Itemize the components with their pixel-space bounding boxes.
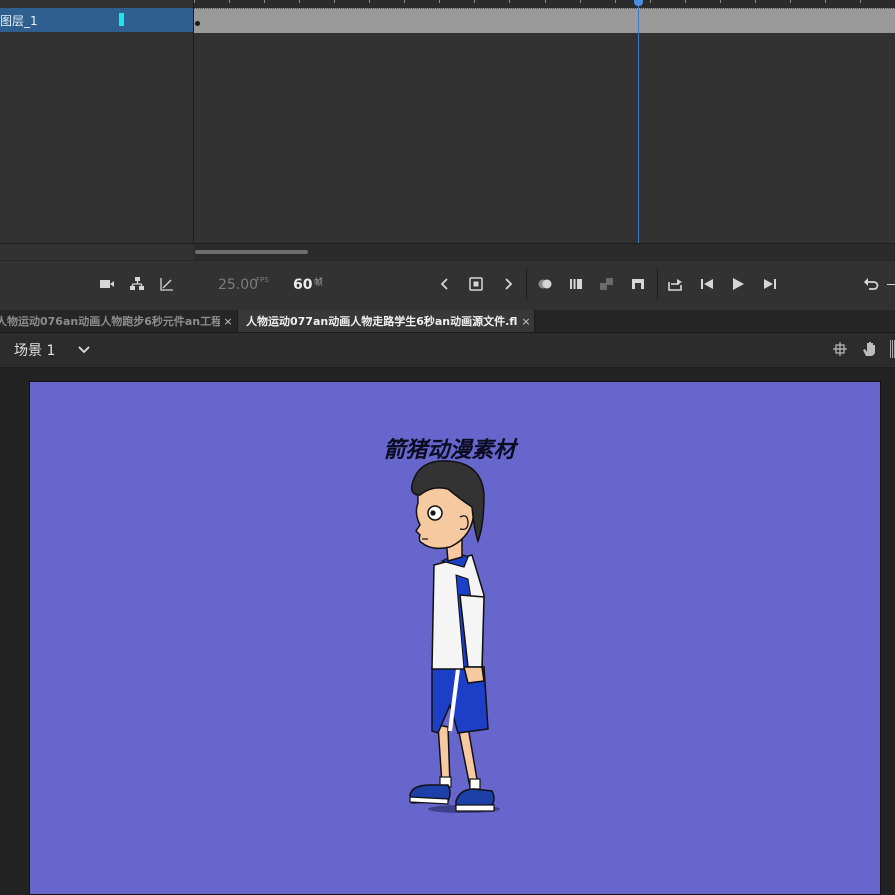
layer-frames[interactable] [194,8,895,33]
next-keyframe-icon[interactable] [499,275,517,293]
ruler-tick [404,0,405,3]
layer-row[interactable]: 图层_1 [0,8,193,32]
ruler-tick [685,0,686,3]
clip-content-icon[interactable] [890,340,895,358]
step-back-icon[interactable] [698,275,716,293]
frame-unit: 帧 [314,278,324,288]
ruler-tick [790,0,791,3]
undo-icon[interactable] [862,275,880,293]
prev-keyframe-icon[interactable] [436,275,454,293]
ruler-tick [439,0,440,3]
step-forward-icon[interactable] [761,275,779,293]
ruler-tick [580,0,581,3]
center-stage-icon[interactable] [832,341,848,357]
scene-label[interactable]: 场景 1 [14,340,55,360]
camera-icon[interactable] [98,275,116,293]
doc-tab-label[interactable]: 人物运动077an动画人物走路学生6秒an动画源文件.fla [238,313,518,329]
current-frame[interactable]: 60 [293,277,312,293]
playhead-line [638,0,639,243]
layer-panel-footer [0,243,194,261]
close-icon[interactable]: × [518,315,534,328]
hand-tool-icon[interactable] [861,340,879,358]
onion-skin-outline-icon[interactable] [567,275,585,293]
ruler-tick [720,0,721,3]
insert-keyframe-icon[interactable] [467,275,485,293]
ruler-tick [194,0,195,3]
loop-icon[interactable] [666,275,684,293]
controls-divider-2 [657,268,658,300]
center-frame-icon[interactable] [629,275,647,293]
fps-value[interactable]: 25.00 [218,277,258,293]
play-icon[interactable] [729,275,747,293]
ruler-tick [369,0,370,3]
ruler-tick [615,0,616,3]
ruler-tick [825,0,826,3]
ruler-tick [860,0,861,3]
layer-color-marker [119,13,124,26]
ruler-tick [264,0,265,3]
ruler-tick [755,0,756,3]
chevron-down-icon[interactable] [76,341,92,357]
keyframe-dot[interactable] [195,21,200,26]
onion-skin-icon[interactable] [536,275,554,293]
ruler-tick [334,0,335,3]
doc-tab-1[interactable]: 人物运动076an动画人物跑步6秒元件an工程文件.fla × [0,310,236,332]
ruler-tick [650,0,651,3]
ruler-tick [545,0,546,3]
ruler-tick [229,0,230,3]
ruler-tick [474,0,475,3]
layer-list [0,0,194,243]
layer-parenting-icon[interactable] [128,275,146,293]
edit-multiple-frames-icon[interactable] [598,275,616,293]
fps-unit: FPS [256,276,269,284]
controls-divider [526,268,527,300]
ease-graph-icon[interactable] [158,275,176,293]
ruler-tick [509,0,510,3]
walking-student-character[interactable] [398,455,508,817]
layer-name[interactable]: 图层_1 [0,12,38,29]
doc-tab-2[interactable]: 人物运动077an动画人物走路学生6秒an动画源文件.fla × [237,310,535,332]
doc-tab-label[interactable]: 人物运动076an动画人物跑步6秒元件an工程文件.fla [0,313,220,329]
ruler-tick [299,0,300,3]
timeline-scrollbar-thumb[interactable] [195,250,308,254]
close-icon[interactable]: × [220,315,236,328]
frame-ruler[interactable] [194,0,895,8]
edit-bar [0,333,895,368]
minus-icon[interactable] [887,284,895,285]
